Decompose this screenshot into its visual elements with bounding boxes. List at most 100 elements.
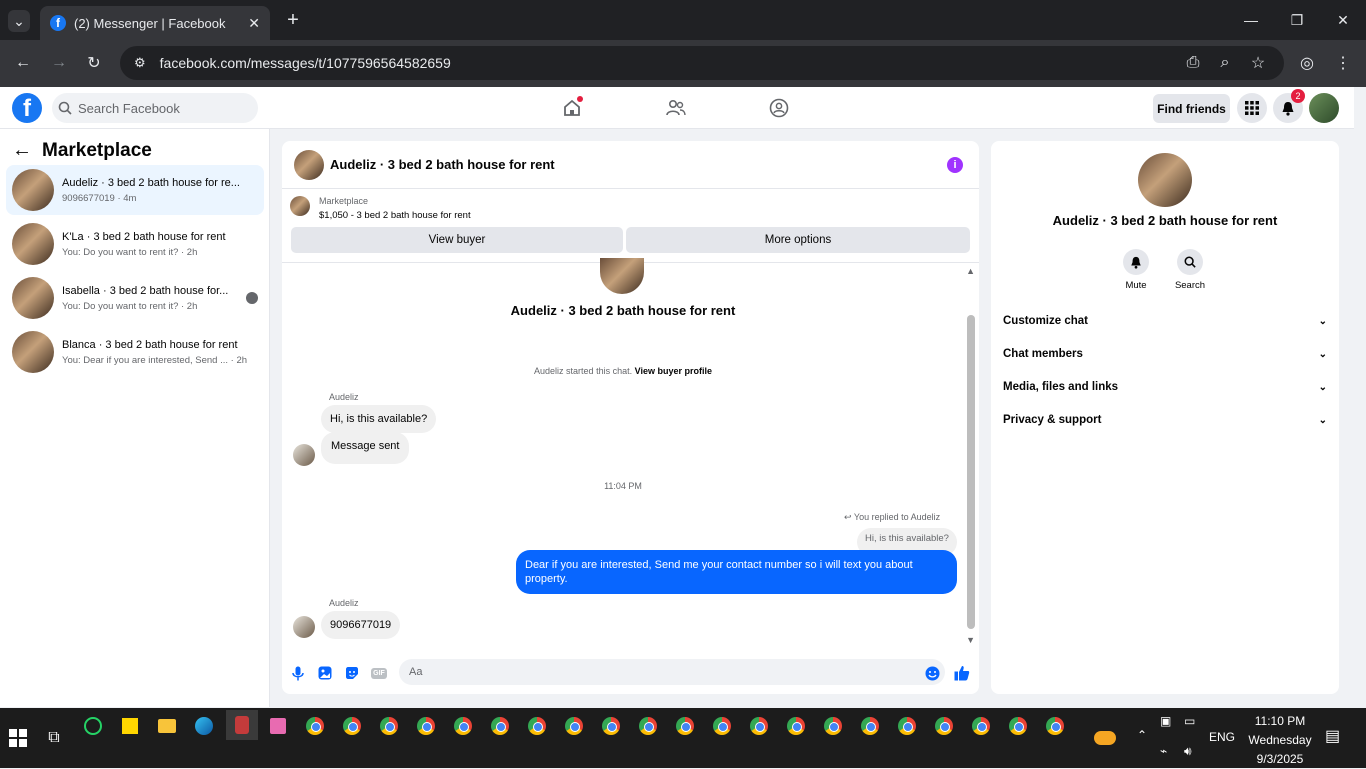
- chrome-icon[interactable]: [562, 714, 586, 738]
- reload-icon[interactable]: ↻: [83, 52, 105, 74]
- sender-avatar[interactable]: [293, 616, 315, 638]
- friends-icon[interactable]: [663, 95, 689, 121]
- marketplace-listing[interactable]: Marketplace $1,050 - 3 bed 2 bath house …: [290, 196, 471, 221]
- chrome-icon[interactable]: [599, 714, 623, 738]
- chrome-icon[interactable]: [895, 714, 919, 738]
- scroll-up-arrow-icon[interactable]: ▲: [966, 266, 975, 276]
- sticky-notes-icon[interactable]: [118, 714, 142, 738]
- facebook-logo-icon[interactable]: f: [12, 93, 42, 123]
- incoming-message[interactable]: Hi, is this available?: [321, 405, 437, 433]
- incoming-message[interactable]: Message sent: [321, 432, 410, 464]
- chrome-icon[interactable]: [710, 714, 734, 738]
- like-thumbs-up-icon[interactable]: [954, 665, 970, 681]
- volume-icon[interactable]: 🔊︎: [1184, 744, 1192, 759]
- media-files-links-section[interactable]: Media, files and links ⌄: [1003, 377, 1327, 397]
- profile-icon[interactable]: ◎: [1296, 52, 1318, 74]
- find-friends-button[interactable]: Find friends: [1153, 94, 1230, 123]
- chrome-icon[interactable]: [932, 714, 956, 738]
- microphone-icon[interactable]: [290, 665, 306, 681]
- chrome-icon[interactable]: [673, 714, 697, 738]
- chat-members-section[interactable]: Chat members ⌄: [1003, 344, 1327, 364]
- windows-start-icon[interactable]: [6, 726, 30, 750]
- whatsapp-icon[interactable]: [81, 714, 105, 738]
- meet-now-icon[interactable]: ▣: [1160, 714, 1171, 728]
- back-arrow-icon[interactable]: ←: [12, 52, 34, 74]
- new-tab-button[interactable]: +: [282, 9, 304, 31]
- contact-avatar[interactable]: [1138, 153, 1192, 207]
- conversation-item[interactable]: Blanca · 3 bed 2 bath house for rent You…: [6, 327, 264, 377]
- close-window-button[interactable]: ✕: [1332, 9, 1354, 31]
- conversation-item[interactable]: K'La · 3 bed 2 bath house for rent You: …: [6, 219, 264, 269]
- chrome-icon[interactable]: [858, 714, 882, 738]
- incoming-message[interactable]: 9096677019: [321, 611, 401, 639]
- menu-grid-icon[interactable]: [1237, 93, 1267, 123]
- more-options-button[interactable]: More options: [626, 227, 970, 253]
- back-arrow-icon[interactable]: ←: [12, 139, 32, 162]
- home-icon[interactable]: [559, 95, 585, 121]
- chrome-icon[interactable]: [969, 714, 993, 738]
- chrome-icon[interactable]: [784, 714, 808, 738]
- search-in-chat-button[interactable]: Search: [1165, 249, 1215, 291]
- message-list[interactable]: Audeliz · 3 bed 2 bath house for rent Au…: [282, 258, 979, 648]
- view-buyer-profile-link[interactable]: View buyer profile: [635, 366, 712, 376]
- message-scrollbar[interactable]: [967, 315, 975, 629]
- edge-icon[interactable]: [192, 714, 216, 738]
- conversation-item[interactable]: Isabella · 3 bed 2 bath house for... You…: [6, 273, 264, 323]
- site-settings-icon[interactable]: ⚙: [134, 55, 146, 71]
- restore-button[interactable]: ❐: [1286, 9, 1308, 31]
- clock[interactable]: 11:10 PM Wednesday 9/3/2025: [1240, 712, 1320, 769]
- chrome-icon[interactable]: [821, 714, 845, 738]
- outgoing-message[interactable]: Dear if you are interested, Send me your…: [516, 550, 957, 594]
- sticker-icon[interactable]: [344, 665, 360, 681]
- paint-app-icon[interactable]: [266, 714, 290, 738]
- close-tab-icon[interactable]: ✕: [248, 15, 260, 32]
- chrome-menu-icon[interactable]: ⋮: [1332, 52, 1354, 74]
- groups-icon[interactable]: [766, 95, 792, 121]
- info-icon[interactable]: i: [947, 157, 963, 173]
- customize-chat-section[interactable]: Customize chat ⌄: [1003, 311, 1327, 331]
- chrome-icon[interactable]: [414, 714, 438, 738]
- chrome-icon[interactable]: [377, 714, 401, 738]
- search-input[interactable]: Search Facebook: [52, 93, 258, 123]
- language-indicator[interactable]: ENG: [1209, 730, 1235, 744]
- show-hidden-icons-chevron-icon[interactable]: ⌃: [1137, 728, 1147, 742]
- bookmark-star-icon[interactable]: ☆: [1247, 52, 1269, 74]
- file-explorer-icon[interactable]: [155, 714, 179, 738]
- view-buyer-button[interactable]: View buyer: [291, 227, 623, 253]
- chrome-icon[interactable]: [303, 714, 327, 738]
- minimize-button[interactable]: —: [1240, 9, 1262, 31]
- account-avatar[interactable]: [1309, 93, 1339, 123]
- mute-button[interactable]: Mute: [1111, 249, 1161, 291]
- scroll-down-arrow-icon[interactable]: ▼: [966, 635, 975, 645]
- photo-icon[interactable]: [317, 665, 333, 681]
- install-app-icon[interactable]: ⎙: [1182, 52, 1204, 74]
- chrome-icon[interactable]: [636, 714, 660, 738]
- notifications-bell-icon[interactable]: 2: [1273, 89, 1305, 123]
- forward-arrow-icon[interactable]: →: [48, 52, 70, 74]
- chrome-icon[interactable]: [451, 714, 475, 738]
- chrome-icon[interactable]: [340, 714, 364, 738]
- chrome-icon[interactable]: [488, 714, 512, 738]
- chrome-icon[interactable]: [1006, 714, 1030, 738]
- privacy-support-section[interactable]: Privacy & support ⌄: [1003, 410, 1327, 430]
- chrome-icon[interactable]: [525, 714, 549, 738]
- display-icon[interactable]: ▭: [1184, 714, 1195, 728]
- active-app-icon[interactable]: [226, 710, 258, 740]
- chrome-icon[interactable]: [747, 714, 771, 738]
- chat-avatar[interactable]: [294, 149, 324, 180]
- network-icon[interactable]: ⌁: [1160, 744, 1167, 758]
- weather-icon[interactable]: [1093, 726, 1117, 750]
- address-bar[interactable]: ⚙ facebook.com/messages/t/10775965645826…: [120, 46, 1284, 80]
- emoji-icon[interactable]: [924, 665, 940, 681]
- browser-tab[interactable]: f (2) Messenger | Facebook ✕: [40, 6, 270, 40]
- chrome-icon[interactable]: [1043, 714, 1067, 738]
- notification-center-icon[interactable]: ▤: [1325, 726, 1340, 746]
- sender-avatar[interactable]: [293, 444, 315, 466]
- message-input[interactable]: Aa: [399, 659, 945, 685]
- page-scrollbar[interactable]: [1354, 87, 1366, 708]
- tab-search-button[interactable]: ⌄: [8, 10, 30, 32]
- chat-title[interactable]: Audeliz · 3 bed 2 bath house for rent: [330, 157, 555, 172]
- gif-icon[interactable]: GIF: [371, 665, 387, 681]
- zoom-icon[interactable]: ⌕: [1214, 52, 1236, 74]
- task-view-icon[interactable]: ⧉: [42, 726, 66, 750]
